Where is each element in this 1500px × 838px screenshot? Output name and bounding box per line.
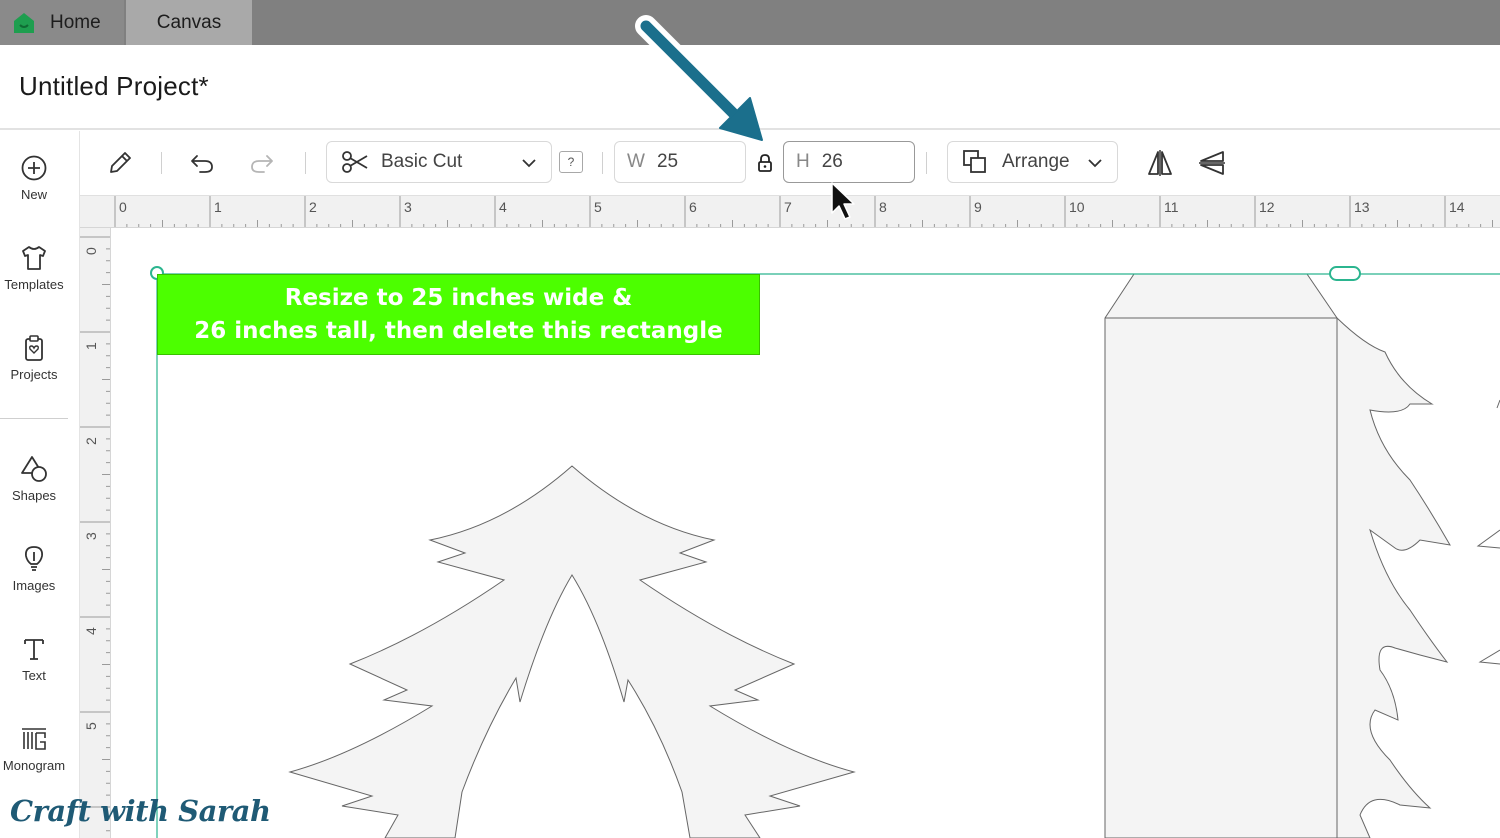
arrange-dropdown[interactable]: Arrange xyxy=(947,141,1118,183)
chevron-down-icon xyxy=(522,159,536,168)
operation-select[interactable]: Basic Cut xyxy=(326,141,552,183)
flip-horizontal-icon xyxy=(1148,150,1172,176)
help-button[interactable]: ? xyxy=(559,151,583,173)
ruler-label: 8 xyxy=(879,199,887,215)
sidebar-item-new[interactable]: New xyxy=(0,153,68,202)
sidebar-item-label: Shapes xyxy=(11,488,57,503)
edit-pencil-button[interactable] xyxy=(104,147,136,179)
sidebar-item-label: Projects xyxy=(10,367,58,382)
ruler-label: 11 xyxy=(1164,199,1179,215)
width-field[interactable]: W 25 xyxy=(614,141,746,183)
tab-home[interactable]: Home xyxy=(0,0,124,45)
flip-vertical-icon xyxy=(1199,151,1225,175)
redo-icon xyxy=(251,155,273,173)
toolbar-separator xyxy=(926,152,927,174)
watermark-logo: Craft with Sarah xyxy=(10,794,271,828)
ruler-label: 14 xyxy=(1449,199,1465,215)
sidebar-item-label: Text xyxy=(22,668,46,683)
shapes-icon xyxy=(21,456,47,482)
sidebar-item-shapes[interactable]: Shapes xyxy=(0,454,68,503)
title-bar: Untitled Project* xyxy=(0,45,1500,130)
sidebar-item-projects[interactable]: Projects xyxy=(0,333,68,382)
lock-aspect-button[interactable] xyxy=(754,151,776,175)
ruler-label: 3 xyxy=(83,532,99,540)
ruler-label: 13 xyxy=(1354,199,1370,215)
ruler-label: 7 xyxy=(784,199,792,215)
pencil-icon xyxy=(110,152,131,173)
lock-icon xyxy=(758,154,772,172)
ruler-label: 10 xyxy=(1069,199,1085,215)
sidebar-item-images[interactable]: Images xyxy=(0,544,68,593)
lightbulb-icon xyxy=(25,546,43,571)
instruction-line-2: 26 inches tall, then delete this rectang… xyxy=(194,317,723,344)
instruction-line-1: Resize to 25 inches wide & xyxy=(284,284,633,311)
monogram-icon xyxy=(22,728,46,750)
ruler-label: 5 xyxy=(83,722,99,730)
instruction-rectangle[interactable]: Resize to 25 inches wide & 26 inches tal… xyxy=(157,274,760,355)
edit-toolbar: Basic Cut ? W 25 H 26 Arrange xyxy=(80,131,1500,195)
sidebar-item-label: Images xyxy=(12,578,56,593)
home-logo-icon xyxy=(14,12,34,33)
tab-home-label: Home xyxy=(50,11,101,33)
tshirt-icon xyxy=(22,246,46,270)
scissors-icon xyxy=(342,151,368,173)
toolbar-separator xyxy=(602,152,603,174)
undo-button[interactable] xyxy=(186,147,218,179)
operation-value: Basic Cut xyxy=(381,151,463,172)
undo-icon xyxy=(191,155,213,173)
toolbar-separator xyxy=(305,152,306,174)
clipboard-heart-icon xyxy=(25,335,43,361)
arrange-icon xyxy=(963,150,986,173)
ruler-vertical: 0 1 2 3 4 5 xyxy=(80,228,111,838)
arrange-label: Arrange xyxy=(1002,151,1070,172)
height-field[interactable]: H 26 xyxy=(783,141,915,183)
top-tab-bar: Home Canvas xyxy=(0,0,1500,45)
ruler-horizontal: 0 1 2 3 4 5 6 7 8 9 10 11 12 13 14 xyxy=(80,195,1500,228)
sidebar-item-label: New xyxy=(20,187,47,202)
flip-vertical-button[interactable] xyxy=(1196,147,1228,179)
ruler-label: 2 xyxy=(309,199,317,215)
plus-circle-icon xyxy=(21,155,47,181)
ruler-label: 9 xyxy=(974,199,982,215)
height-value: 26 xyxy=(821,151,843,172)
sidebar-item-label: Monogram xyxy=(2,758,66,773)
ruler-label: 1 xyxy=(214,199,222,215)
sidebar-divider xyxy=(0,418,68,419)
flip-horizontal-button[interactable] xyxy=(1144,147,1176,179)
ruler-label: 0 xyxy=(83,247,99,255)
width-label: W xyxy=(627,151,645,172)
chevron-down-icon xyxy=(1088,159,1102,168)
ruler-label: 2 xyxy=(83,437,99,445)
ruler-label: 0 xyxy=(119,199,127,215)
ruler-label: 5 xyxy=(594,199,602,215)
sidebar-item-templates[interactable]: Templates xyxy=(0,243,68,292)
ruler-label: 4 xyxy=(499,199,507,215)
sidebar-item-label: Templates xyxy=(4,277,64,292)
left-sidebar: New Templates Projects Shapes Images Tex… xyxy=(0,131,80,838)
toolbar-separator xyxy=(161,152,162,174)
tab-canvas[interactable]: Canvas xyxy=(126,0,252,45)
ruler-label: 3 xyxy=(404,199,412,215)
project-title[interactable]: Untitled Project* xyxy=(19,71,209,102)
width-value: 25 xyxy=(656,151,679,172)
text-t-icon xyxy=(24,639,44,660)
ruler-label: 1 xyxy=(83,342,99,350)
height-label: H xyxy=(796,151,810,172)
ruler-label: 4 xyxy=(83,627,99,635)
redo-button[interactable] xyxy=(246,147,278,179)
sidebar-item-text[interactable]: Text xyxy=(0,634,68,683)
tab-canvas-label: Canvas xyxy=(156,11,222,33)
ruler-label: 6 xyxy=(689,199,697,215)
ruler-label: 12 xyxy=(1259,199,1275,215)
sidebar-item-monogram[interactable]: Monogram xyxy=(0,724,68,773)
